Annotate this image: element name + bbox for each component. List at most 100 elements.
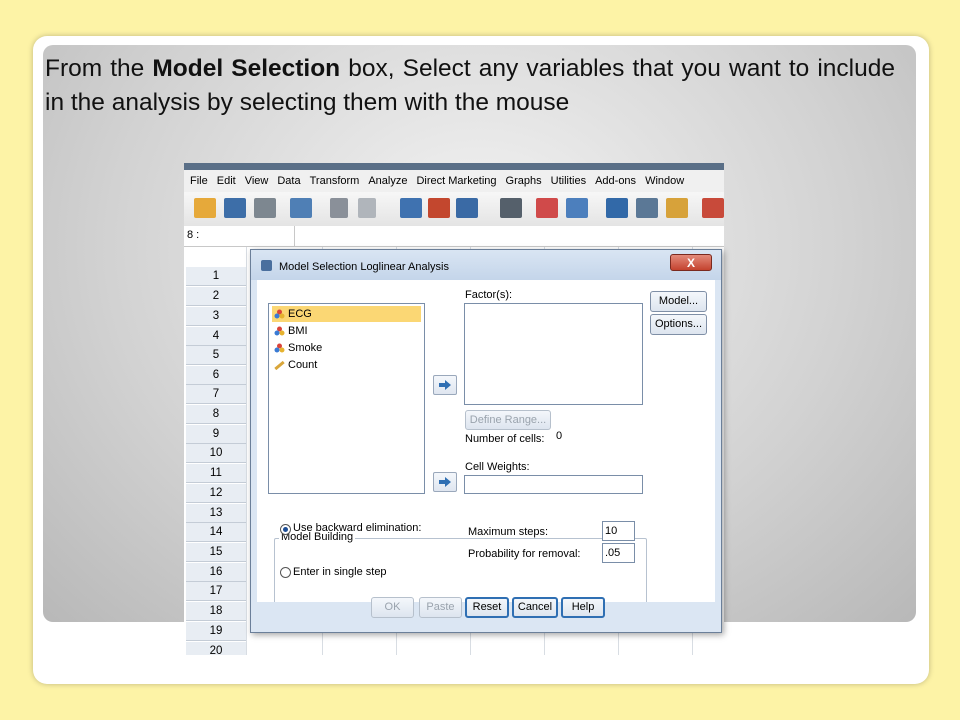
- save-icon[interactable]: [224, 198, 246, 218]
- split-file-icon[interactable]: [606, 198, 628, 218]
- caption-text-1: From the: [45, 55, 153, 82]
- value-labels-icon[interactable]: [702, 198, 724, 218]
- probability-removal-field[interactable]: .05: [602, 543, 635, 563]
- slide-caption: From the Model Selection box, Select any…: [45, 52, 895, 120]
- dialog-titlebar[interactable]: Model Selection Loglinear Analysis X: [251, 250, 721, 280]
- nominal-variable-icon: [274, 309, 285, 319]
- menu-bar: File Edit View Data Transform Analyze Di…: [184, 170, 724, 192]
- model-button[interactable]: Model...: [650, 291, 707, 312]
- scale-ruler-icon: [274, 360, 285, 370]
- row-header-19[interactable]: 19: [186, 622, 246, 641]
- backward-elimination-label: Use backward elimination:: [293, 522, 422, 534]
- row-header-11[interactable]: 11: [186, 464, 246, 483]
- arrow-right-icon: [439, 477, 451, 487]
- window-titlebar: [184, 163, 724, 170]
- variables-icon[interactable]: [456, 198, 478, 218]
- row-header-2[interactable]: 2: [186, 287, 246, 306]
- row-header-4[interactable]: 4: [186, 327, 246, 346]
- insert-variable-icon[interactable]: [566, 198, 588, 218]
- cell-ref-divider: [294, 226, 295, 246]
- menu-add-ons[interactable]: Add-ons: [595, 175, 636, 187]
- variable-item-bmi[interactable]: BMI: [272, 323, 421, 339]
- model-selection-dialog: Model Selection Loglinear Analysis X ECG…: [250, 249, 722, 633]
- factors-list[interactable]: [464, 303, 643, 405]
- caption-bold: Model Selection: [152, 55, 341, 82]
- nominal-variable-icon: [274, 326, 285, 336]
- select-cases-icon[interactable]: [666, 198, 688, 218]
- dialog-recall-icon[interactable]: [290, 198, 312, 218]
- define-range-button[interactable]: Define Range...: [465, 410, 551, 430]
- cell-weights-field[interactable]: [464, 475, 643, 494]
- menu-data[interactable]: Data: [277, 175, 300, 187]
- redo-icon[interactable]: [358, 198, 376, 218]
- print-icon[interactable]: [254, 198, 276, 218]
- dialog-body: ECG BMI Smoke Count Factor(s): Define Ra…: [257, 280, 715, 626]
- row-header-20[interactable]: 20: [186, 642, 246, 655]
- row-header-17[interactable]: 17: [186, 582, 246, 601]
- row-header-15[interactable]: 15: [186, 543, 246, 562]
- ok-button[interactable]: OK: [371, 597, 414, 618]
- single-step-label: Enter in single step: [293, 566, 387, 578]
- arrow-right-icon: [439, 380, 451, 390]
- move-to-factors-button[interactable]: [433, 375, 457, 395]
- find-icon[interactable]: [500, 198, 522, 218]
- row-header-10[interactable]: 10: [186, 444, 246, 463]
- row-header-7[interactable]: 7: [186, 385, 246, 404]
- options-button[interactable]: Options...: [650, 314, 707, 335]
- maximum-steps-field[interactable]: 10: [602, 521, 635, 541]
- row-header-16[interactable]: 16: [186, 563, 246, 582]
- menu-utilities[interactable]: Utilities: [551, 175, 586, 187]
- variable-item-ecg[interactable]: ECG: [272, 306, 421, 322]
- row-header-8[interactable]: 8: [186, 405, 246, 424]
- move-to-weights-button[interactable]: [433, 472, 457, 492]
- variable-item-smoke[interactable]: Smoke: [272, 340, 421, 356]
- variable-list[interactable]: ECG BMI Smoke Count: [268, 303, 425, 494]
- variable-item-count[interactable]: Count: [272, 357, 421, 373]
- menu-direct-marketing[interactable]: Direct Marketing: [416, 175, 496, 187]
- row-header-14[interactable]: 14: [186, 523, 246, 542]
- menu-view[interactable]: View: [245, 175, 269, 187]
- backward-elimination-radio[interactable]: [280, 524, 291, 535]
- probability-removal-label: Probability for removal:: [468, 548, 581, 560]
- weight-cases-icon[interactable]: [636, 198, 658, 218]
- paste-button[interactable]: Paste: [419, 597, 462, 618]
- variable-label: Smoke: [288, 342, 323, 354]
- close-button[interactable]: X: [670, 254, 712, 271]
- number-of-cells-label: Number of cells:: [465, 433, 545, 445]
- grid-divider: [246, 247, 247, 655]
- row-header-12[interactable]: 12: [186, 484, 246, 503]
- variable-label: Count: [288, 359, 318, 371]
- menu-window[interactable]: Window: [645, 175, 684, 187]
- loglinear-icon: [261, 260, 272, 271]
- reset-button[interactable]: Reset: [465, 597, 509, 618]
- open-file-icon[interactable]: [194, 198, 216, 218]
- maximum-steps-label: Maximum steps:: [468, 526, 549, 538]
- menu-file[interactable]: File: [190, 175, 208, 187]
- insert-cases-icon[interactable]: [536, 198, 558, 218]
- help-button[interactable]: Help: [561, 597, 605, 618]
- cell-reference: 8 :: [187, 229, 200, 241]
- nominal-variable-icon: [274, 343, 285, 353]
- single-step-radio[interactable]: [280, 567, 291, 578]
- menu-edit[interactable]: Edit: [217, 175, 236, 187]
- cancel-button[interactable]: Cancel: [512, 597, 558, 618]
- menu-transform[interactable]: Transform: [310, 175, 360, 187]
- dialog-title: Model Selection Loglinear Analysis: [279, 261, 449, 273]
- row-header-1[interactable]: 1: [186, 267, 246, 286]
- goto-variable-icon[interactable]: [428, 198, 450, 218]
- row-header-3[interactable]: 3: [186, 307, 246, 326]
- variable-label: BMI: [288, 325, 308, 337]
- row-header-6[interactable]: 6: [186, 366, 246, 385]
- undo-icon[interactable]: [330, 198, 348, 218]
- row-header-18[interactable]: 18: [186, 602, 246, 621]
- row-header-5[interactable]: 5: [186, 346, 246, 365]
- cell-reference-bar: 8 :: [184, 226, 724, 247]
- row-header-13[interactable]: 13: [186, 504, 246, 523]
- menu-analyze[interactable]: Analyze: [368, 175, 407, 187]
- goto-case-icon[interactable]: [400, 198, 422, 218]
- menu-graphs[interactable]: Graphs: [506, 175, 542, 187]
- cell-weights-label: Cell Weights:: [465, 461, 530, 473]
- variable-label: ECG: [288, 308, 312, 320]
- row-header-9[interactable]: 9: [186, 425, 246, 444]
- toolbar: [184, 192, 724, 227]
